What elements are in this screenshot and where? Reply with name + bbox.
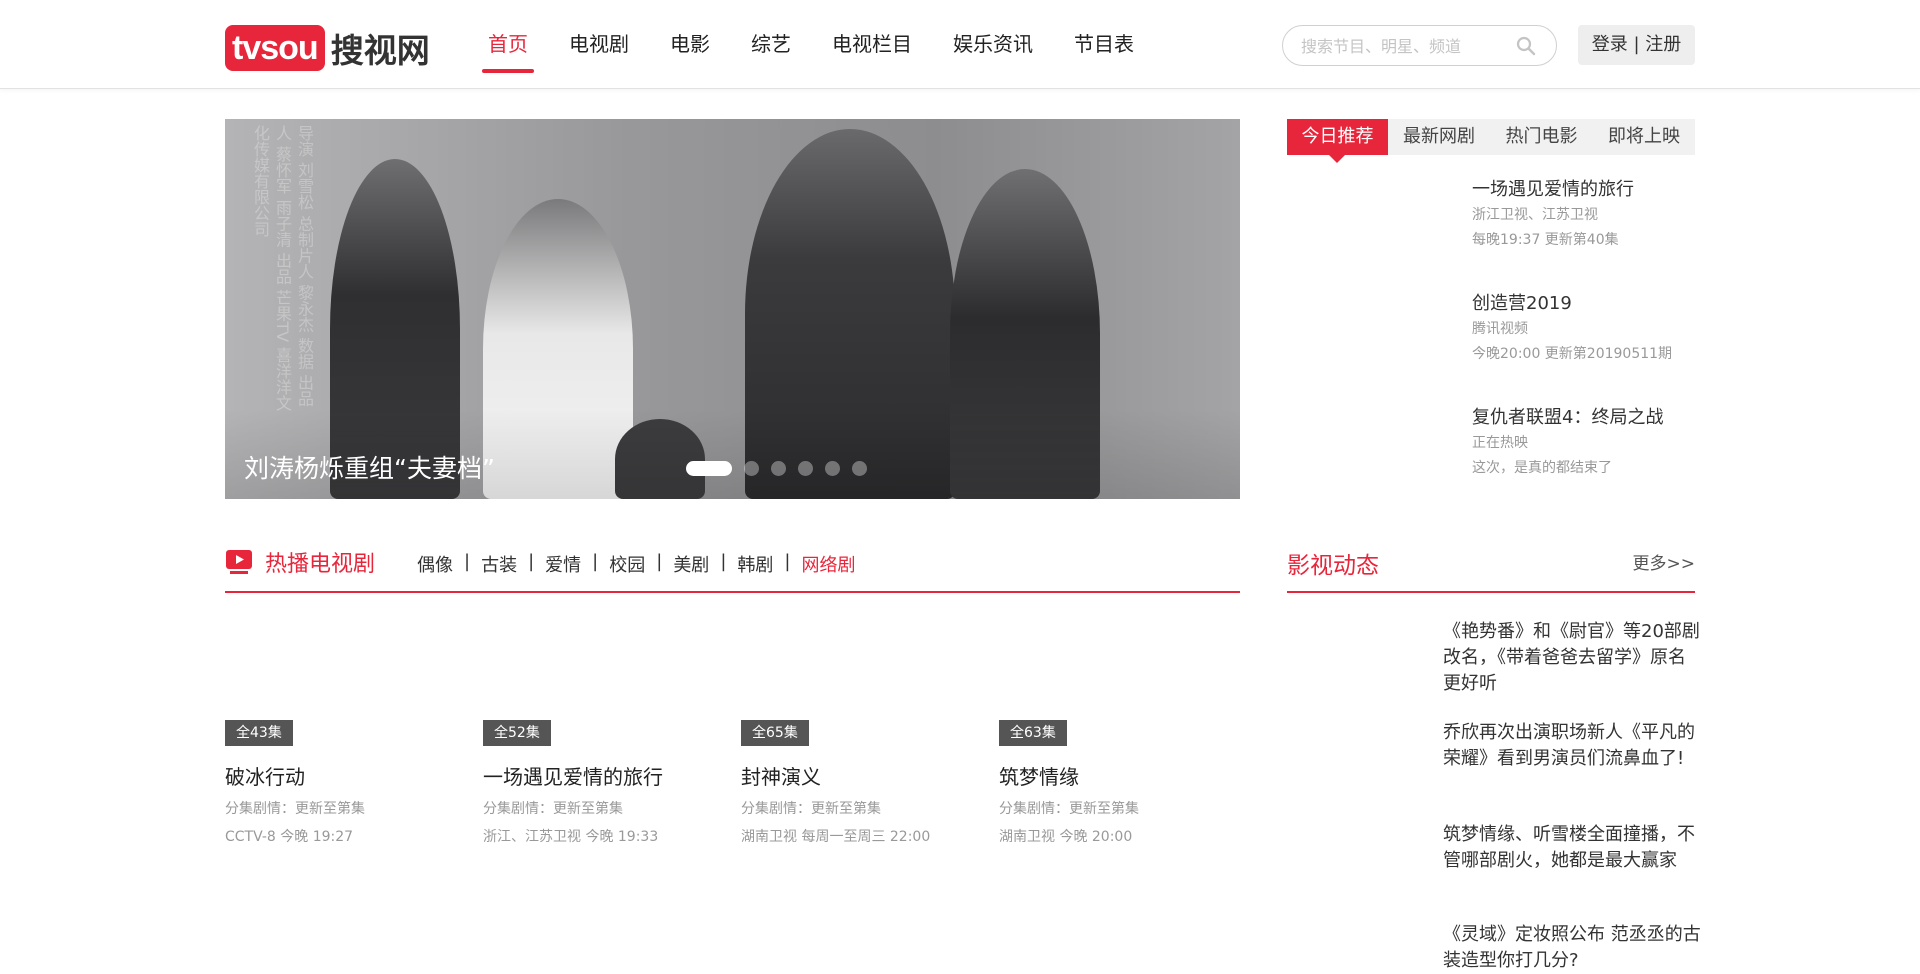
news-item[interactable]: 《灵域》定妆照公布 范丞丞的古装造型你打几分? <box>1443 922 1701 974</box>
recommend-schedule: 今晚20:00 更新第20190511期 <box>1472 346 1673 362</box>
episode-count-badge: 全43集 <box>225 720 293 746</box>
category-us-drama[interactable]: 美剧 <box>673 551 709 577</box>
nav-variety[interactable]: 综艺 <box>751 0 791 89</box>
series-card[interactable]: 全52集 一场遇见爱情的旅行 分集剧情：更新至第集 浙江、江苏卫视 今晚 19:… <box>483 720 723 846</box>
login-register-button[interactable]: 登录 | 注册 <box>1578 25 1695 65</box>
recommend-title[interactable]: 创造营2019 <box>1472 292 1702 316</box>
category-separator: | <box>528 551 535 572</box>
episode-count-badge: 全52集 <box>483 720 551 746</box>
nav-tv-series[interactable]: 电视剧 <box>569 0 629 89</box>
series-status: 分集剧情：更新至第集 <box>999 801 1139 817</box>
nav-ent-news[interactable]: 娱乐资讯 <box>953 0 1033 89</box>
series-airtime: CCTV-8 今晚 19:27 <box>225 829 354 845</box>
banner-caption[interactable]: 刘涛杨烁重组“夫妻档” <box>244 449 495 485</box>
nav-home[interactable]: 首页 <box>482 0 534 89</box>
category-separator: | <box>464 551 471 572</box>
recommend-item[interactable]: 创造营2019 腾讯视频 今晚20:00 更新第20190511期 <box>1472 292 1702 366</box>
nav-schedule[interactable]: 节目表 <box>1074 0 1134 89</box>
news-title: 影视动态 <box>1287 553 1379 579</box>
series-card[interactable]: 全65集 封神演义 分集剧情：更新至第集 湖南卫视 每周一至周三 22:00 <box>741 720 981 846</box>
banner-dot[interactable] <box>771 461 786 476</box>
hot-series-header: 热播电视剧 偶像 | 古装 | 爱情 | 校园 | 美剧 | 韩剧 | 网络剧 <box>225 543 1240 593</box>
tab-latest-web-series[interactable]: 最新网剧 <box>1388 119 1490 155</box>
site-header: tvsou 搜视网 首页 电视剧 电影 综艺 电视栏目 娱乐资讯 节目表 登录 … <box>0 0 1920 89</box>
series-status: 分集剧情：更新至第集 <box>741 801 881 817</box>
banner-pagination <box>686 461 879 476</box>
category-web-series[interactable]: 网络剧 <box>801 551 855 577</box>
category-campus[interactable]: 校园 <box>609 551 645 577</box>
banner-dot[interactable] <box>798 461 813 476</box>
banner-dot[interactable] <box>744 461 759 476</box>
nav-movies[interactable]: 电影 <box>670 0 710 89</box>
category-separator: | <box>656 551 663 572</box>
recommend-channel: 腾讯视频 <box>1472 321 1528 337</box>
series-airtime: 湖南卫视 每周一至周三 22:00 <box>741 829 931 845</box>
news-item[interactable]: 《艳势番》和《尉官》等20部剧改名，《带着爸爸去留学》原名更好听 <box>1443 619 1701 697</box>
banner-dot[interactable] <box>852 461 867 476</box>
category-k-drama[interactable]: 韩剧 <box>737 551 773 577</box>
banner-dot[interactable] <box>825 461 840 476</box>
series-status: 分集剧情：更新至第集 <box>225 801 365 817</box>
series-title[interactable]: 筑梦情缘 <box>999 764 1239 790</box>
category-separator: | <box>592 551 599 572</box>
recommend-item[interactable]: 复仇者联盟4：终局之战 正在热映 这次，是真的都结束了 <box>1472 406 1702 480</box>
episode-count-badge: 全63集 <box>999 720 1067 746</box>
news-header: 影视动态 更多>> <box>1287 543 1695 593</box>
series-title[interactable]: 封神演义 <box>741 764 981 790</box>
category-costume[interactable]: 古装 <box>481 551 517 577</box>
series-card[interactable]: 全43集 破冰行动 分集剧情：更新至第集 CCTV-8 今晚 19:27 <box>225 720 465 846</box>
banner-credits-text: 导演 刘雪松 总制片人 黎永杰 数据 出品人 蔡怀军 雨子清 出品 芒果TV 喜… <box>251 125 314 412</box>
recommend-channel: 浙江卫视、江苏卫视 <box>1472 207 1598 223</box>
news-more-link[interactable]: 更多>> <box>1633 549 1696 574</box>
tab-coming-soon[interactable]: 即将上映 <box>1593 119 1695 155</box>
site-logo[interactable]: tvsou 搜视网 <box>225 24 430 72</box>
logo-text: 搜视网 <box>330 31 430 70</box>
logo-badge: tvsou <box>225 25 325 71</box>
recommend-tabs: 今日推荐 最新网剧 热门电影 即将上映 <box>1287 119 1695 163</box>
news-item[interactable]: 筑梦情缘、听雪楼全面撞播，不管哪部剧火，她都是最大赢家 <box>1443 822 1701 874</box>
tab-today-recommend[interactable]: 今日推荐 <box>1287 119 1388 163</box>
category-separator: | <box>720 551 727 572</box>
category-separator: | <box>784 551 791 572</box>
category-idol[interactable]: 偶像 <box>417 551 453 577</box>
series-status: 分集剧情：更新至第集 <box>483 801 623 817</box>
series-title[interactable]: 破冰行动 <box>225 764 465 790</box>
search-box <box>1282 25 1557 66</box>
series-airtime: 湖南卫视 今晚 20:00 <box>999 829 1133 845</box>
search-input[interactable] <box>1301 34 1501 58</box>
recommend-schedule: 每晚19:37 更新第40集 <box>1472 232 1619 248</box>
tab-hot-movies[interactable]: 热门电影 <box>1490 119 1593 155</box>
series-airtime: 浙江、江苏卫视 今晚 19:33 <box>483 829 659 845</box>
banner-carousel[interactable]: 导演 刘雪松 总制片人 黎永杰 数据 出品人 蔡怀军 雨子清 出品 芒果TV 喜… <box>225 119 1240 499</box>
nav-tv-columns[interactable]: 电视栏目 <box>832 0 912 89</box>
recommend-item[interactable]: 一场遇见爱情的旅行 浙江卫视、江苏卫视 每晚19:37 更新第40集 <box>1472 178 1702 252</box>
tv-play-icon <box>226 550 252 574</box>
recommend-schedule: 这次，是真的都结束了 <box>1472 460 1612 476</box>
recommend-title[interactable]: 一场遇见爱情的旅行 <box>1472 178 1702 202</box>
hot-series-categories: 偶像 | 古装 | 爱情 | 校园 | 美剧 | 韩剧 | 网络剧 <box>417 551 855 577</box>
recommend-channel: 正在热映 <box>1472 435 1528 451</box>
news-item[interactable]: 乔欣再次出演职场新人《平凡的荣耀》看到男演员们流鼻血了! <box>1443 720 1701 772</box>
episode-count-badge: 全65集 <box>741 720 809 746</box>
category-romance[interactable]: 爱情 <box>545 551 581 577</box>
series-card[interactable]: 全63集 筑梦情缘 分集剧情：更新至第集 湖南卫视 今晚 20:00 <box>999 720 1239 846</box>
hot-series-title: 热播电视剧 <box>265 552 376 577</box>
search-icon[interactable] <box>1516 36 1536 56</box>
recommend-title[interactable]: 复仇者联盟4：终局之战 <box>1472 406 1702 430</box>
series-title[interactable]: 一场遇见爱情的旅行 <box>483 764 723 790</box>
banner-dot[interactable] <box>686 461 732 476</box>
main-nav: 首页 电视剧 电影 综艺 电视栏目 娱乐资讯 节目表 <box>482 0 1175 89</box>
